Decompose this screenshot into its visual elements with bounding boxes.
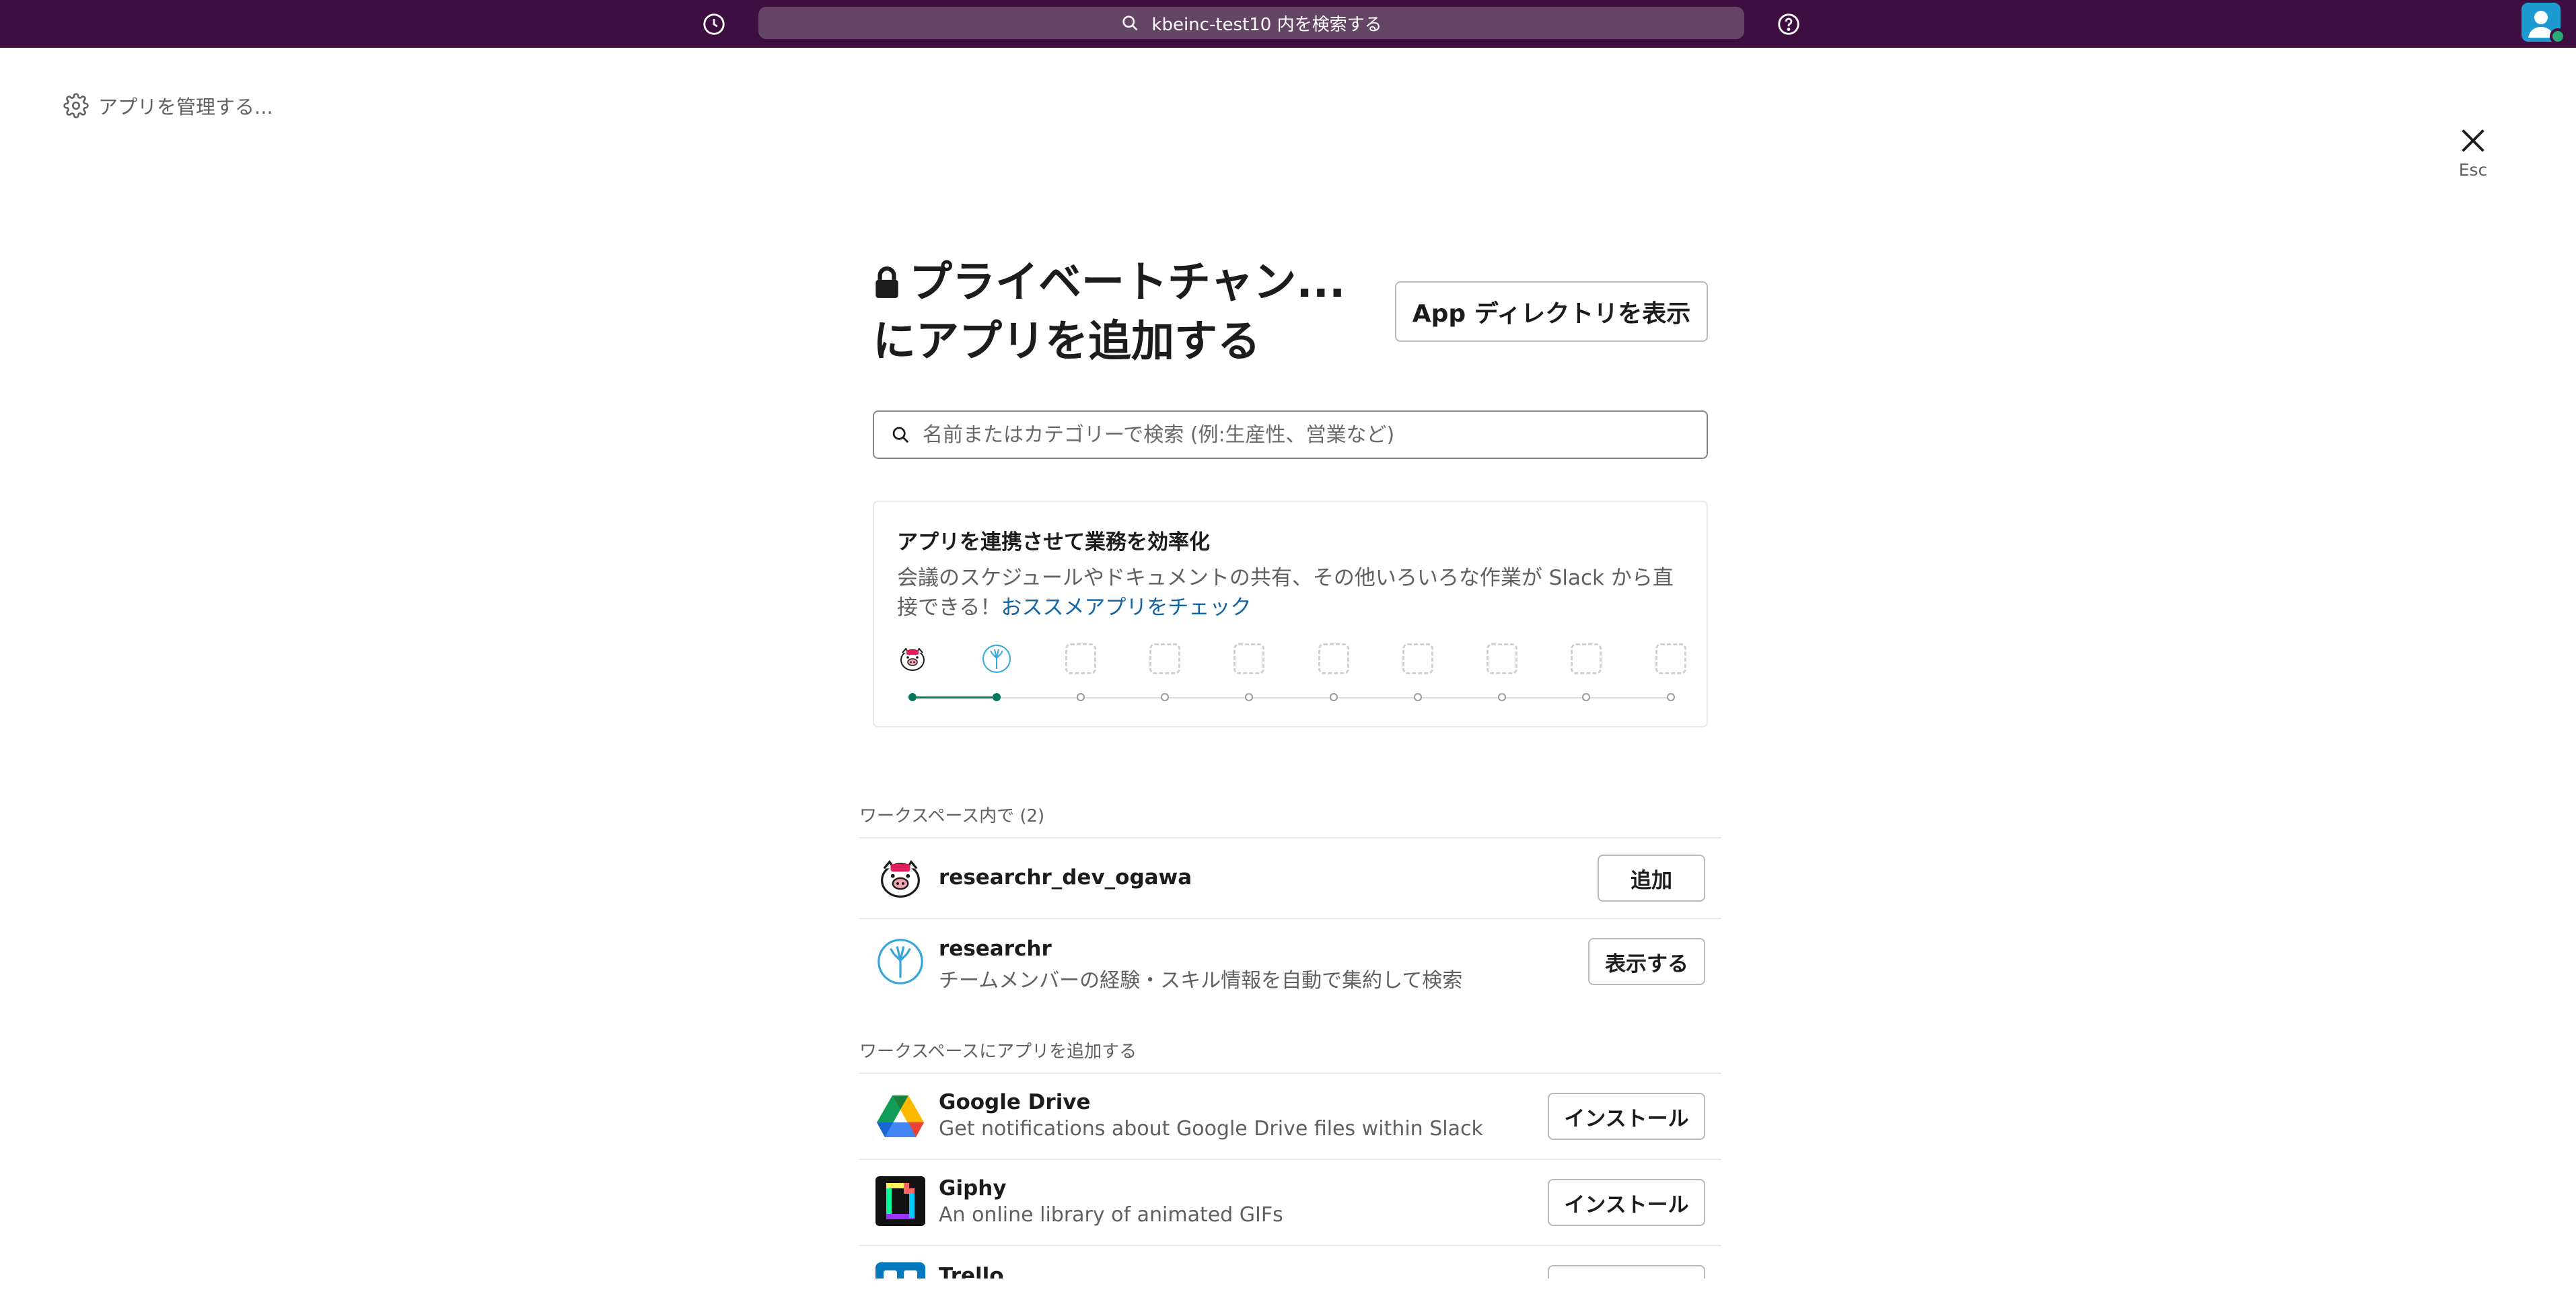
promo-heading: アプリを連携させて業務を効率化 (897, 530, 1210, 554)
app-description: Get notifications about Google Drive fil… (939, 1117, 1483, 1141)
view-button[interactable]: 表示する (1588, 938, 1705, 985)
list-item-researchr[interactable]: researchr チームメンバーの経験・スキル情報を自動で集約して検索 表示す… (859, 919, 1721, 1004)
recommended-apps-link[interactable]: おススメアプリをチェック (1001, 596, 1251, 620)
lock-icon (873, 257, 901, 314)
progress-dot-complete (993, 693, 1001, 701)
user-avatar[interactable] (2521, 3, 2566, 44)
clock-icon (703, 13, 725, 35)
install-button[interactable] (1548, 1265, 1705, 1279)
progress-dot (1414, 693, 1422, 701)
pig-logo-icon (875, 853, 925, 903)
presence-indicator (2550, 28, 2566, 44)
progress-dot (1161, 693, 1169, 701)
add-button[interactable]: 追加 (1598, 855, 1705, 902)
progress-dot (1245, 693, 1253, 701)
list-item-trello[interactable]: Trello (859, 1246, 1721, 1279)
promo-body: 会議のスケジュールやドキュメントの共有、その他いろいろな作業が Slack から… (897, 563, 1691, 622)
trello-icon (875, 1262, 925, 1279)
app-name: Google Drive (939, 1090, 1091, 1114)
progress-dot (1077, 693, 1085, 701)
workspace-section-label: ワークスペース内で (2) (859, 806, 1045, 826)
install-section-label: ワークスペースにアプリを追加する (859, 1042, 1137, 1062)
close-button[interactable]: Esc (2453, 125, 2493, 180)
esc-hint: Esc (2458, 160, 2488, 180)
workspace-search-bar[interactable]: kbeinc-test10 内を検索する (758, 7, 1744, 39)
title-line-1: プライベートチャン... (909, 258, 1346, 308)
google-drive-icon (875, 1091, 925, 1141)
progress-dot-complete (908, 693, 917, 701)
app-name: researchr (939, 937, 1052, 961)
step-placeholder (1487, 643, 1517, 674)
step-placeholder (1065, 643, 1096, 674)
researchr-logo-icon (875, 937, 925, 986)
gear-icon (63, 93, 89, 118)
progress-track (913, 697, 1671, 698)
top-bar: kbeinc-test10 内を検索する (0, 0, 2576, 48)
page-title: プライベートチャン... にアプリを追加する (873, 254, 1384, 370)
step-placeholder (1571, 643, 1602, 674)
progress-dot (1498, 693, 1506, 701)
setup-progress (897, 643, 1686, 711)
app-description: An online library of animated GIFs (939, 1203, 1283, 1227)
app-name: Trello (939, 1264, 1004, 1279)
promo-card: アプリを連携させて業務を効率化 会議のスケジュールやドキュメントの共有、その他い… (873, 501, 1708, 727)
step-2-researchr-logo (981, 643, 1012, 674)
manage-apps-label: アプリを管理する... (98, 96, 273, 118)
list-item-google-drive[interactable]: Google Drive Get notifications about Goo… (859, 1074, 1721, 1159)
workspace-search-text: kbeinc-test10 内を検索する (1151, 14, 1382, 35)
progress-dot (1667, 693, 1675, 701)
install-button[interactable]: インストール (1548, 1093, 1705, 1140)
app-search-input[interactable] (923, 423, 1696, 447)
manage-apps-link[interactable]: アプリを管理する... (63, 92, 273, 120)
step-placeholder (1655, 643, 1686, 674)
install-button[interactable]: インストール (1548, 1179, 1705, 1226)
help-button[interactable] (1775, 10, 1803, 38)
app-name: researchr_dev_ogawa (939, 865, 1192, 890)
history-button[interactable] (700, 10, 728, 38)
question-mark-icon (1778, 13, 1799, 35)
step-placeholder (1402, 643, 1433, 674)
step-placeholder (1318, 643, 1349, 674)
app-name: Giphy (939, 1176, 1007, 1200)
progress-dot (1582, 693, 1590, 701)
app-search-box[interactable] (873, 410, 1708, 459)
app-description: チームメンバーの経験・スキル情報を自動で集約して検索 (939, 969, 1463, 993)
app-directory-button[interactable]: App ディレクトリを表示 (1395, 281, 1708, 342)
progress-dot (1330, 693, 1338, 701)
giphy-icon (875, 1176, 925, 1226)
step-placeholder (1149, 643, 1180, 674)
search-icon (892, 427, 909, 443)
title-line-2: にアプリを追加する (873, 317, 1260, 367)
list-item-giphy[interactable]: Giphy An online library of animated GIFs… (859, 1160, 1721, 1245)
step-placeholder (1233, 643, 1264, 674)
list-item-researchr-dev-ogawa[interactable]: researchr_dev_ogawa 追加 (859, 838, 1721, 918)
close-icon (2462, 129, 2484, 152)
progress-track-completed (913, 696, 997, 698)
step-1-researchr-dev-ogawa-logo (897, 643, 928, 674)
search-icon (1122, 15, 1138, 31)
